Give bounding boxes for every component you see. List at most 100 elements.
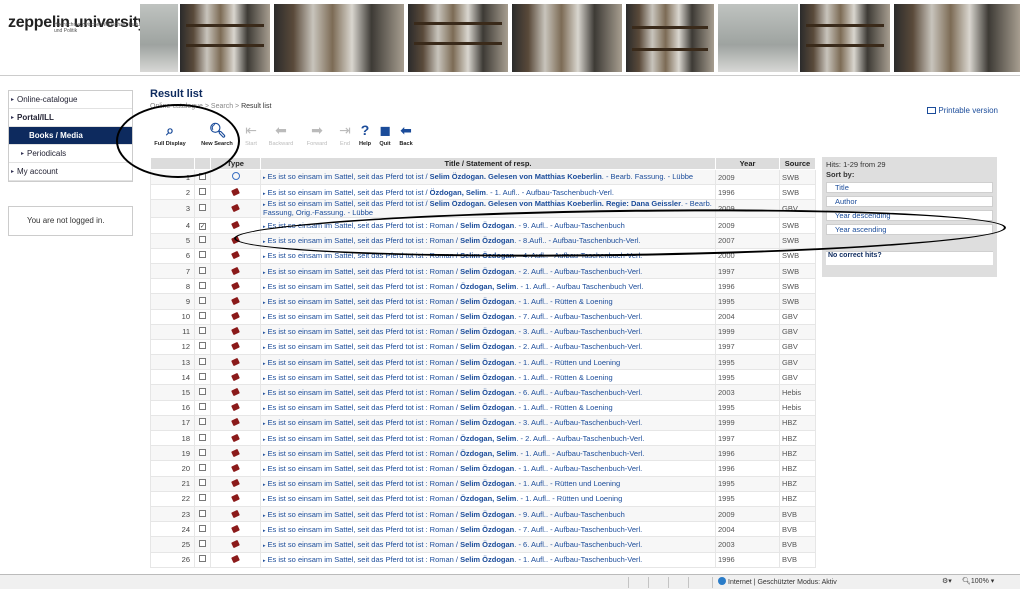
row-title-link[interactable]: ▸ Es ist so einsam im Sattel, seit das Pf… xyxy=(260,184,716,201)
row-title-link[interactable]: ▸ Es ist so einsam im Sattel, seit das Pf… xyxy=(260,505,716,523)
table-row[interactable]: 14 ▸ Es ist so einsam im Sattel, seit das … xyxy=(150,369,816,386)
table-row[interactable]: 24 ▸ Es ist so einsam im Sattel, seit das … xyxy=(150,521,816,538)
protected-mode-icon[interactable]: ⚙▾ xyxy=(942,577,952,585)
back-button[interactable]: ⬅ Back xyxy=(396,122,416,147)
row-checkbox[interactable] xyxy=(199,524,206,532)
start-button[interactable]: ⇤ Start xyxy=(240,122,262,147)
help-button[interactable]: ? Help xyxy=(356,122,374,147)
table-row[interactable]: 7 ▸ Es ist so einsam im Sattel, seit das P… xyxy=(150,262,816,280)
row-title-link[interactable]: ▸ Es ist so einsam im Sattel, seit das Pf… xyxy=(260,232,716,249)
row-title-link[interactable]: ▸ Es ist so einsam im Sattel, seit das Pf… xyxy=(260,460,716,477)
breadcrumb-search[interactable]: Search xyxy=(211,103,233,110)
table-row[interactable]: 16 ▸ Es ist so einsam im Sattel, seit das … xyxy=(150,399,816,416)
row-title-link[interactable]: ▸ Es ist so einsam im Sattel, seit das Pf… xyxy=(260,199,716,219)
row-title-link[interactable]: ▸ Es ist so einsam im Sattel, seit das Pf… xyxy=(260,414,716,432)
row-checkbox[interactable] xyxy=(199,539,206,547)
table-row[interactable]: 11 ▸ Es ist so einsam im Sattel, seit das … xyxy=(150,323,816,340)
table-row[interactable]: 12 ▸ Es ist so einsam im Sattel, seit das … xyxy=(150,338,816,356)
row-title-link[interactable]: ▸ Es ist so einsam im Sattel, seit das Pf… xyxy=(260,323,716,340)
row-title-link[interactable]: ▸ Es ist so einsam im Sattel, seit das Pf… xyxy=(260,490,716,507)
row-title-link[interactable]: ▸ Es ist so einsam im Sattel, seit das Pf… xyxy=(260,475,716,492)
sidebar-item-my-account[interactable]: ▸ My account xyxy=(9,163,132,181)
row-title-link[interactable]: ▸ Es ist so einsam im Sattel, seit das Pf… xyxy=(260,217,716,234)
row-checkbox[interactable] xyxy=(199,403,206,411)
new-search-button[interactable]: 🔍︎ New Search xyxy=(196,122,238,147)
row-checkbox[interactable] xyxy=(199,204,206,212)
row-checkbox[interactable] xyxy=(199,296,206,304)
row-checkbox[interactable] xyxy=(199,479,206,487)
table-row[interactable]: 25 ▸ Es ist so einsam im Sattel, seit das … xyxy=(150,536,816,553)
row-title-link[interactable]: ▸ Es ist so einsam im Sattel, seit das Pf… xyxy=(260,369,716,386)
table-row[interactable]: 6 ▸ Es ist so einsam im Sattel, seit das P… xyxy=(150,247,816,264)
table-row[interactable]: 9 ▸ Es ist so einsam im Sattel, seit das P… xyxy=(150,293,816,310)
breadcrumb-online-catalogue[interactable]: Online-catalogue xyxy=(150,103,203,110)
no-correct-hits-link[interactable]: No correct hits? xyxy=(826,251,993,265)
sidebar-item-portal-ill[interactable]: ▸ Portal/ILL xyxy=(9,109,132,127)
row-checkbox[interactable] xyxy=(199,388,206,396)
sidebar-item-books-media[interactable]: Books / Media xyxy=(9,127,132,145)
row-checkbox[interactable] xyxy=(199,448,206,456)
row-title-link[interactable]: ▸ Es ist so einsam im Sattel, seit das Pf… xyxy=(260,429,716,447)
printable-version-link[interactable]: Printable version xyxy=(927,106,998,115)
row-title-link[interactable]: ▸ Es ist so einsam im Sattel, seit das Pf… xyxy=(260,399,716,416)
table-row[interactable]: 17 ▸ Es ist so einsam im Sattel, seit das … xyxy=(150,414,816,432)
row-title-link[interactable]: ▸ Es ist so einsam im Sattel, seit das Pf… xyxy=(260,168,716,186)
backward-button[interactable]: ⬅ Backward xyxy=(264,122,298,147)
row-checkbox[interactable] xyxy=(199,266,206,274)
row-checkbox[interactable] xyxy=(199,236,206,244)
sort-option-year-descending[interactable]: Year descending xyxy=(826,210,993,221)
table-row[interactable]: 8 ▸ Es ist so einsam im Sattel, seit das P… xyxy=(150,278,816,295)
row-checkbox[interactable] xyxy=(199,281,206,289)
table-row[interactable]: 2 ▸ Es ist so einsam im Sattel, seit das P… xyxy=(150,184,816,201)
row-checkbox[interactable] xyxy=(199,312,206,320)
row-title-link[interactable]: ▸ Es ist so einsam im Sattel, seit das Pf… xyxy=(260,338,716,356)
table-row[interactable]: 22 ▸ Es ist so einsam im Sattel, seit das … xyxy=(150,490,816,507)
row-checkbox[interactable] xyxy=(199,418,206,426)
table-row[interactable]: 5 ▸ Es ist so einsam im Sattel, seit das P… xyxy=(150,232,816,249)
row-checkbox[interactable] xyxy=(199,357,206,365)
sidebar-item-online-catalogue[interactable]: ▸ Online-catalogue xyxy=(9,91,132,109)
row-checkbox[interactable] xyxy=(199,187,206,195)
col-title-header[interactable]: Title / Statement of resp. xyxy=(260,157,716,170)
table-row[interactable]: 18 ▸ Es ist so einsam im Sattel, seit das … xyxy=(150,429,816,447)
sort-option-author[interactable]: Author xyxy=(826,196,993,207)
table-row[interactable]: 1 ▸ Es ist so einsam im Sattel, seit das P… xyxy=(150,168,816,186)
row-checkbox[interactable]: ✓ xyxy=(199,222,206,230)
table-row[interactable]: 21 ▸ Es ist so einsam im Sattel, seit das … xyxy=(150,475,816,492)
row-checkbox[interactable] xyxy=(199,327,206,335)
row-title-link[interactable]: ▸ Es ist so einsam im Sattel, seit das Pf… xyxy=(260,293,716,310)
col-year-header[interactable]: Year xyxy=(715,157,780,170)
row-checkbox[interactable] xyxy=(199,172,206,180)
zoom-level[interactable]: 🔍︎100% ▾ xyxy=(962,577,994,585)
table-row[interactable]: 20 ▸ Es ist so einsam im Sattel, seit das … xyxy=(150,460,816,477)
row-title-link[interactable]: ▸ Es ist so einsam im Sattel, seit das Pf… xyxy=(260,384,716,401)
row-checkbox[interactable] xyxy=(199,463,206,471)
row-checkbox[interactable] xyxy=(199,342,206,350)
row-title-link[interactable]: ▸ Es ist so einsam im Sattel, seit das Pf… xyxy=(260,247,716,264)
table-row[interactable]: 13 ▸ Es ist so einsam im Sattel, seit das … xyxy=(150,354,816,371)
row-checkbox[interactable] xyxy=(199,555,206,563)
full-display-button[interactable]: ⌕ Full Display xyxy=(150,122,190,147)
row-title-link[interactable]: ▸ Es ist so einsam im Sattel, seit das Pf… xyxy=(260,521,716,538)
end-button[interactable]: ⇥ End xyxy=(336,122,354,147)
table-row[interactable]: 15 ▸ Es ist so einsam im Sattel, seit das … xyxy=(150,384,816,401)
row-title-link[interactable]: ▸ Es ist so einsam im Sattel, seit das Pf… xyxy=(260,536,716,553)
row-checkbox[interactable] xyxy=(199,509,206,517)
sidebar-item-periodicals[interactable]: ▸ Periodicals xyxy=(9,145,132,163)
col-type-header[interactable]: Type xyxy=(210,157,261,170)
col-source-header[interactable]: Source xyxy=(779,157,816,170)
security-zone[interactable]: Internet | Geschützter Modus: Aktiv xyxy=(718,577,837,586)
table-row[interactable]: 19 ▸ Es ist so einsam im Sattel, seit das … xyxy=(150,445,816,462)
sort-option-title[interactable]: Title xyxy=(826,182,993,193)
row-checkbox[interactable] xyxy=(199,251,206,259)
quit-button[interactable]: ◼ Quit xyxy=(376,122,394,147)
table-row[interactable]: 26 ▸ Es ist so einsam im Sattel, seit das … xyxy=(150,551,816,568)
table-row[interactable]: 10 ▸ Es ist so einsam im Sattel, seit das … xyxy=(150,308,816,325)
row-checkbox[interactable] xyxy=(199,494,206,502)
row-title-link[interactable]: ▸ Es ist so einsam im Sattel, seit das Pf… xyxy=(260,551,716,568)
table-row[interactable]: 23 ▸ Es ist so einsam im Sattel, seit das … xyxy=(150,505,816,523)
forward-button[interactable]: ➡ Forward xyxy=(302,122,332,147)
row-title-link[interactable]: ▸ Es ist so einsam im Sattel, seit das Pf… xyxy=(260,308,716,325)
row-title-link[interactable]: ▸ Es ist so einsam im Sattel, seit das Pf… xyxy=(260,262,716,280)
table-row[interactable]: 3 ▸ Es ist so einsam im Sattel, seit das P… xyxy=(150,199,816,219)
